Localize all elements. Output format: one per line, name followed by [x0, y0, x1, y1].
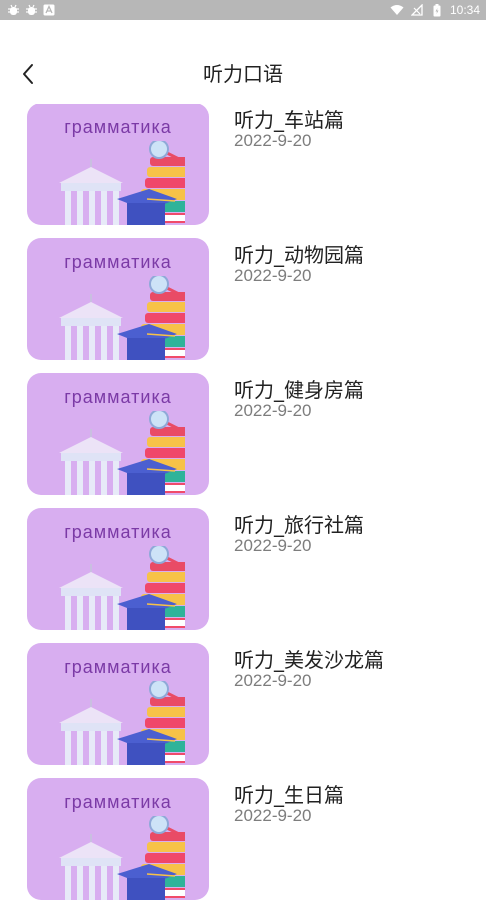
wifi-icon	[390, 3, 404, 17]
lesson-title: 听力_车站篇	[234, 108, 344, 132]
lesson-thumbnail: грамматика	[27, 778, 209, 900]
lesson-list: грамматика 听力_车站篇 2022-9-20 грамматика 听…	[0, 72, 486, 900]
thumbnail-label: грамматика	[64, 522, 172, 542]
page-title: 听力口语	[203, 62, 283, 86]
battery-icon	[430, 3, 444, 17]
status-bar: 10:34	[0, 0, 486, 20]
list-item[interactable]: грамматика	[0, 747, 486, 900]
bug-icon	[6, 3, 20, 17]
thumbnail-label: грамматика	[64, 657, 172, 677]
lesson-date: 2022-9-20	[234, 536, 312, 555]
thumbnail-label: грамматика	[64, 387, 172, 407]
status-time: 10:34	[449, 3, 480, 17]
list-item[interactable]: грамматика	[0, 207, 486, 360]
app-header: 听力口语	[0, 20, 486, 104]
lesson-date: 2022-9-20	[234, 671, 312, 690]
bug-icon	[24, 3, 38, 17]
lesson-date: 2022-9-20	[234, 401, 312, 420]
signal-off-icon	[410, 3, 424, 17]
lesson-title: 听力_生日篇	[234, 783, 344, 807]
lesson-title: 听力_健身房篇	[234, 378, 364, 402]
lesson-title: 听力_动物园篇	[234, 243, 364, 267]
list-item[interactable]: грамматика	[0, 477, 486, 630]
lesson-date: 2022-9-20	[234, 806, 312, 825]
status-bar-right: 10:34	[390, 3, 480, 17]
lesson-date: 2022-9-20	[234, 266, 312, 285]
status-bar-left	[6, 3, 56, 17]
list-item[interactable]: грамматика	[0, 342, 486, 495]
lesson-title: 听力_旅行社篇	[234, 513, 364, 537]
lesson-date: 2022-9-20	[234, 131, 312, 150]
thumbnail-label: грамматика	[64, 252, 172, 272]
lesson-title: 听力_美发沙龙篇	[234, 648, 384, 672]
list-item[interactable]: грамматика	[0, 612, 486, 765]
thumbnail-label: грамматика	[64, 117, 172, 137]
books-illustration	[59, 816, 185, 900]
a-icon	[42, 3, 56, 17]
thumbnail-label: грамматика	[64, 792, 172, 812]
